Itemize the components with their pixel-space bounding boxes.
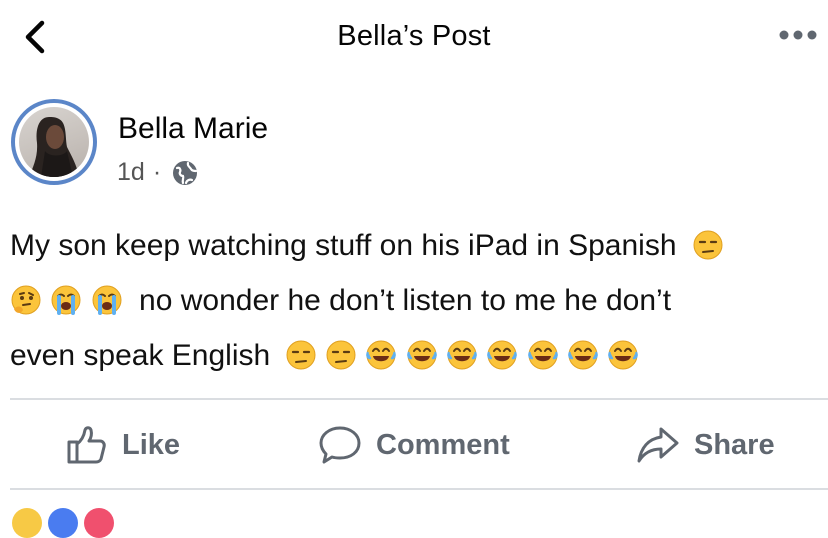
top-bar: Bella’s Post [0,0,828,78]
post-text-line-1: My son keep watching stuff on his iPad i… [10,218,822,273]
more-options-button[interactable] [776,28,820,42]
reaction-emoji-icon [12,508,42,538]
meta-separator: · [152,158,162,186]
divider-top [10,398,828,400]
tears-of-joy-face-icon [406,340,437,370]
loudly-crying-face-icon [51,285,81,315]
reactions-summary[interactable] [12,508,312,538]
thumbs-up-icon [67,426,106,464]
avatar[interactable] [11,99,97,185]
post-time[interactable]: 1d [117,158,145,187]
share-label: Share [694,428,775,461]
unamused-face-icon [693,230,723,260]
globe-icon [173,160,198,185]
tears-of-joy-face-icon [487,340,518,370]
post-text-line-2: no wonder he don’t listen to me he don’t [10,273,822,328]
unamused-face-icon [286,340,316,370]
comment-label: Comment [376,428,510,461]
divider-bottom [10,488,828,490]
more-dots-icon [779,30,817,40]
tears-of-joy-face-icon [366,340,396,370]
reaction-love-icon [84,508,114,538]
profile-photo [19,107,89,177]
tears-of-joy-face-icon [447,340,477,370]
comment-bubble-icon [319,426,361,464]
thinking-face-icon [11,285,41,315]
tears-of-joy-face-icon [608,340,639,370]
comment-button[interactable]: Comment [318,420,510,470]
author-name[interactable]: Bella Marie [118,112,268,146]
post-meta: 1d · [117,158,199,187]
page-title: Bella’s Post [337,20,491,52]
unamused-face-icon [326,340,356,370]
like-label: Like [122,428,181,461]
tears-of-joy-face-icon [568,340,598,370]
emoji-row [285,339,640,372]
share-arrow-icon [637,427,679,463]
post-body: My son keep watching stuff on his iPad i… [10,218,822,383]
like-button[interactable]: Like [66,420,180,470]
loudly-crying-face-icon [92,285,122,315]
share-button[interactable]: Share [636,420,775,470]
tears-of-joy-face-icon [527,340,558,370]
reaction-like-icon [48,508,78,538]
post-text-line-3: even speak English [10,328,822,383]
